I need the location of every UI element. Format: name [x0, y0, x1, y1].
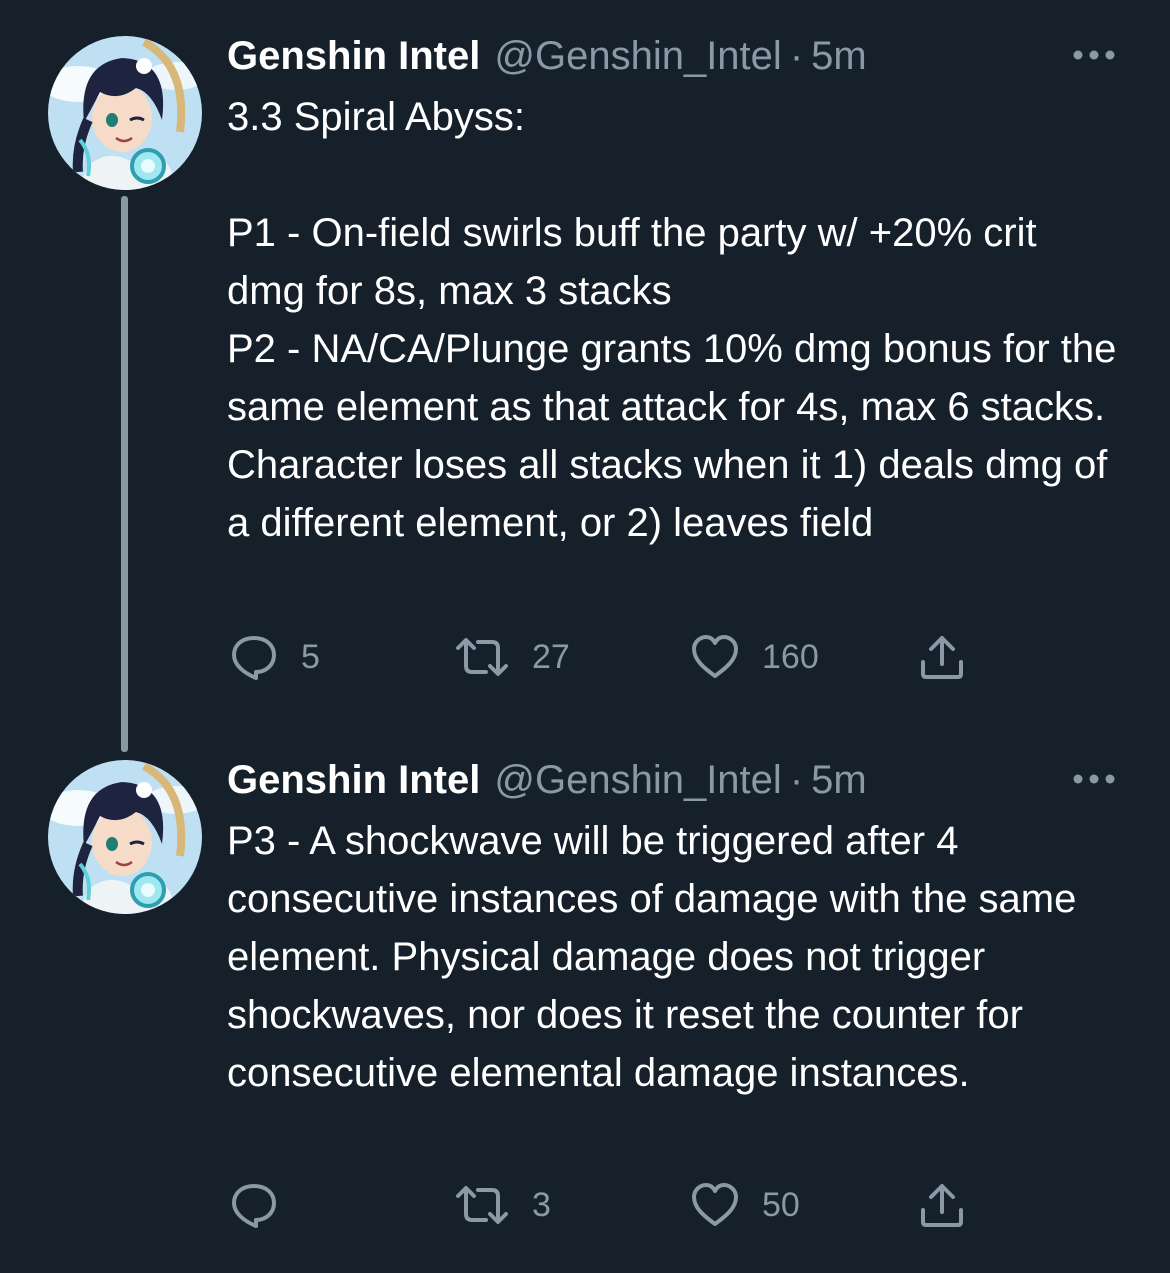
tweet-actions: 3 50 [0, 1180, 1170, 1230]
share-button[interactable] [917, 632, 967, 682]
more-options-button[interactable] [1068, 40, 1120, 70]
author-handle[interactable]: @Genshin_Intel [494, 756, 781, 804]
retweet-arrows-icon [456, 638, 508, 676]
tweet-actions: 5 27 160 [0, 632, 1170, 682]
like-button[interactable]: 160 [690, 632, 819, 682]
header-separator: · [789, 758, 804, 802]
avatar-image [48, 36, 202, 190]
reply-button[interactable] [229, 1180, 301, 1230]
more-horizontal-icon [1073, 774, 1115, 784]
share-upload-icon [921, 636, 963, 679]
avatar[interactable] [48, 760, 202, 914]
retweet-arrows-icon [456, 1186, 508, 1224]
tweet-text: 3.3 Spiral Abyss: P1 - On-field swirls b… [227, 95, 1117, 545]
more-options-button[interactable] [1068, 764, 1120, 794]
tweet-text: P3 - A shockwave will be triggered after… [227, 819, 1077, 1095]
tweet[interactable]: Genshin Intel @Genshin_Intel · 5m 3.3 Sp… [0, 0, 1170, 752]
tweet-header: Genshin Intel @Genshin_Intel · 5m [227, 756, 867, 804]
like-count: 160 [762, 637, 819, 676]
reply-count: 5 [301, 637, 320, 676]
retweet-button[interactable]: 27 [454, 632, 570, 682]
tweet[interactable]: Genshin Intel @Genshin_Intel · 5m P3 - A… [0, 740, 1170, 1273]
avatar[interactable] [48, 36, 202, 190]
tweet-header: Genshin Intel @Genshin_Intel · 5m [227, 32, 867, 80]
author-name[interactable]: Genshin Intel [227, 756, 480, 804]
heart-icon [692, 635, 738, 678]
author-handle[interactable]: @Genshin_Intel [494, 32, 781, 80]
author-name[interactable]: Genshin Intel [227, 32, 480, 80]
reply-bubble-icon [232, 1184, 276, 1228]
reply-bubble-icon [232, 636, 276, 680]
heart-icon [692, 1183, 738, 1226]
share-upload-icon [921, 1184, 963, 1227]
retweet-count: 3 [532, 1185, 551, 1224]
retweet-count: 27 [532, 637, 570, 676]
like-count: 50 [762, 1185, 800, 1224]
reply-button[interactable]: 5 [229, 632, 320, 682]
share-button[interactable] [917, 1180, 967, 1230]
like-button[interactable]: 50 [690, 1180, 800, 1230]
retweet-button[interactable]: 3 [454, 1180, 551, 1230]
header-separator: · [789, 34, 804, 78]
tweet-timestamp[interactable]: 5m [811, 32, 867, 80]
more-horizontal-icon [1073, 50, 1115, 60]
tweet-timestamp[interactable]: 5m [811, 756, 867, 804]
avatar-image [48, 760, 202, 914]
